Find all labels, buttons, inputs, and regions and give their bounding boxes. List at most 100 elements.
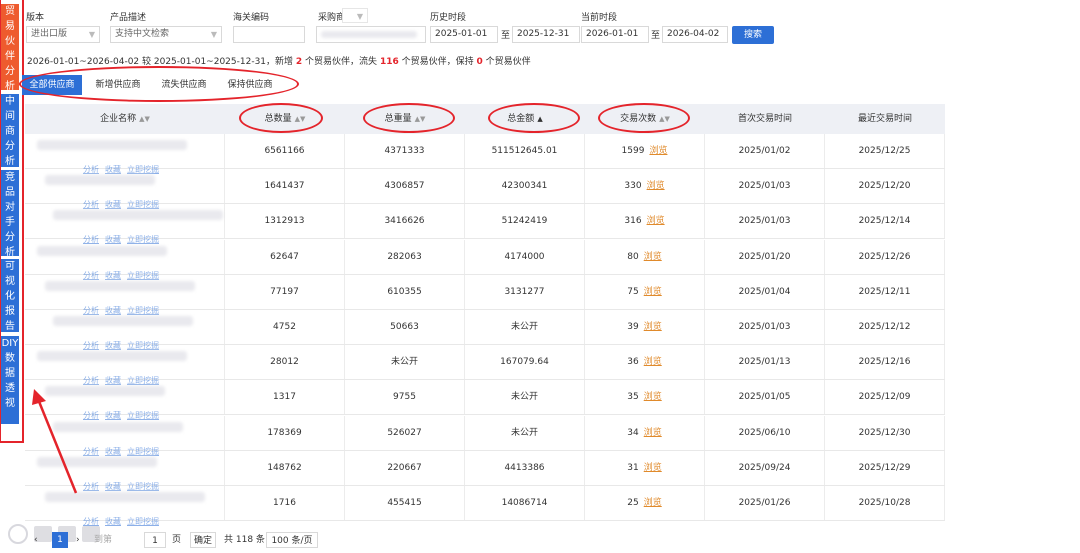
version-label: 版本 <box>26 13 45 23</box>
company-name-redacted <box>37 140 187 150</box>
summary-new-count: 2 <box>295 57 303 67</box>
trade-count-value: 25 <box>627 498 639 508</box>
history-label: 历史时段 <box>430 13 467 23</box>
trade-count-cell: 25 浏览 <box>585 486 705 520</box>
first-cell: 2025/09/24 <box>705 450 825 485</box>
buyer-select[interactable]: ▼ <box>342 8 368 23</box>
confirm-button[interactable]: 确定 <box>190 532 216 548</box>
trade-count-cell: 34 浏览 <box>585 415 705 450</box>
last-cell: 2025/12/14 <box>825 204 945 239</box>
table-row: 分析 收藏 立即挖掘 28012 未公开 167079.64 36 浏览 2025/01/13 2… <box>25 345 945 385</box>
version-value: 进出口版 <box>31 29 68 39</box>
trade-count-value: 80 <box>627 251 639 262</box>
weight-cell: 610355 <box>345 274 465 309</box>
current-sep: 至 <box>651 31 661 41</box>
browse-link[interactable]: 浏览 <box>644 392 662 402</box>
history-sep: 至 <box>501 31 511 41</box>
company-cell: 分析 收藏 立即挖掘 <box>25 239 225 280</box>
company-cell: 分析 收藏 立即挖掘 <box>25 274 225 315</box>
qty-cell: 1716 <box>225 486 345 520</box>
trade-count-value: 35 <box>627 392 639 403</box>
goto-page-input[interactable]: 1 <box>144 532 166 548</box>
history-from-input[interactable]: 2025-01-01 <box>430 26 498 43</box>
browse-link[interactable]: 浏览 <box>644 322 662 332</box>
company-cell: 分析 收藏 立即挖掘 <box>25 204 225 244</box>
col-first-trade: 首次交易时间 <box>705 104 825 134</box>
browse-link[interactable]: 浏览 <box>644 287 662 297</box>
last-cell: 2025/12/12 <box>825 310 945 344</box>
browse-link[interactable]: 浏览 <box>644 498 662 508</box>
per-page-select[interactable]: 100 条/页 <box>266 532 318 548</box>
count-highlight-oval <box>598 103 690 133</box>
amount-cell: 51242419 <box>465 204 585 239</box>
current-from-input[interactable]: 2026-01-01 <box>581 26 649 43</box>
company-name-redacted <box>53 316 193 326</box>
weight-cell: 50663 <box>345 310 465 344</box>
col-company-label: 企业名称 <box>100 114 137 124</box>
weight-cell: 4306857 <box>345 169 465 204</box>
qty-cell: 62647 <box>225 239 345 274</box>
hscode-label: 海关编码 <box>233 13 270 23</box>
weight-cell: 526027 <box>345 415 465 450</box>
qty-cell: 148762 <box>225 450 345 485</box>
qty-cell: 1312913 <box>225 204 345 239</box>
table-header: 企业名称 ▲▼ 总数量 ▲▼ 总重量 ▲▼ 总金额 ▲ 交易次数 ▲▼ 首次交易时间 最近… <box>25 104 945 134</box>
filter-bar: 版本 进出口版 ▼ 产品描述 支持中文检索 ▼ 海关编码 采购商 ▼ 历史时段 … <box>24 0 1080 48</box>
current-to-input[interactable]: 2026-04-02 <box>662 26 728 43</box>
tabs-highlight-oval <box>19 66 299 102</box>
first-cell: 2025/01/20 <box>705 239 825 274</box>
col-company[interactable]: 企业名称 ▲▼ <box>25 104 225 134</box>
browse-link[interactable]: 浏览 <box>644 428 662 438</box>
next-page-icon[interactable]: › <box>76 532 86 548</box>
amount-cell: 511512645.01 <box>465 134 585 168</box>
trade-count-cell: 330 浏览 <box>585 169 705 204</box>
trade-count-cell: 39 浏览 <box>585 310 705 344</box>
history-to-input[interactable]: 2025-12-31 <box>512 26 580 43</box>
summary-line: 2026-01-01~2026-04-02 较 2025-01-01~2025-… <box>27 54 531 67</box>
weight-cell: 220667 <box>345 450 465 485</box>
browse-link[interactable]: 浏览 <box>644 463 662 473</box>
table-row: 分析 收藏 立即挖掘 1641437 4306857 42300341 330 浏览 2025/… <box>25 169 945 209</box>
company-name-redacted <box>37 245 167 256</box>
company-cell: 分析 收藏 立即挖掘 <box>25 345 225 385</box>
summary-text-d: 个贸易伙伴 <box>485 57 531 67</box>
first-cell: 2025/01/02 <box>705 134 825 168</box>
history-to-value: 2025-12-31 <box>517 29 570 39</box>
product-label: 产品描述 <box>110 13 147 23</box>
last-cell: 2025/12/29 <box>825 450 945 485</box>
last-cell: 2025/12/09 <box>825 380 945 415</box>
amount-cell: 未公开 <box>465 380 585 415</box>
browse-link[interactable]: 浏览 <box>644 357 662 367</box>
last-cell: 2025/12/25 <box>825 134 945 168</box>
col-last-trade: 最近交易时间 <box>825 104 945 134</box>
company-name-redacted <box>45 175 155 186</box>
summary-kept-count: 0 <box>476 57 483 67</box>
hscode-input[interactable] <box>233 26 305 43</box>
buyer-input[interactable] <box>316 26 426 43</box>
browse-link[interactable]: 浏览 <box>647 181 665 191</box>
weight-cell: 未公开 <box>345 345 465 380</box>
last-cell: 2025/12/20 <box>825 169 945 204</box>
mine-link[interactable]: 立即挖掘 <box>127 517 159 526</box>
sort-icon: ▲▼ <box>139 115 150 123</box>
company-cell: 分析 收藏 立即挖掘 <box>25 134 225 174</box>
col-last-trade-label: 最近交易时间 <box>857 114 912 124</box>
history-from-value: 2025-01-01 <box>435 29 488 39</box>
search-button[interactable]: 搜索 <box>732 26 774 44</box>
current-label: 当前时段 <box>581 13 618 23</box>
summary-text-b: 个贸易伙伴，流失 <box>305 57 378 67</box>
product-input[interactable]: 支持中文检索 ▼ <box>110 26 222 43</box>
version-select[interactable]: 进出口版 ▼ <box>26 26 100 43</box>
browse-link[interactable]: 浏览 <box>647 216 665 226</box>
table-row: 分析 收藏 立即挖掘 1716 455415 14086714 25 浏览 2025/01/26… <box>25 486 945 526</box>
weight-cell: 4371333 <box>345 134 465 168</box>
page-1-button[interactable]: 1 <box>52 532 68 548</box>
prev-page-icon[interactable]: ‹ <box>34 532 44 548</box>
browse-link[interactable]: 浏览 <box>644 252 662 262</box>
browse-link[interactable]: 浏览 <box>649 146 667 156</box>
amount-cell: 14086714 <box>465 486 585 520</box>
table-row: 分析 收藏 立即挖掘 178369 526027 未公开 34 浏览 2025/06/10 202… <box>25 415 945 456</box>
qty-cell: 1317 <box>225 380 345 415</box>
table-row: 分析 收藏 立即挖掘 77197 610355 3131277 75 浏览 2025/01/04… <box>25 274 945 315</box>
amount-cell: 3131277 <box>465 274 585 309</box>
